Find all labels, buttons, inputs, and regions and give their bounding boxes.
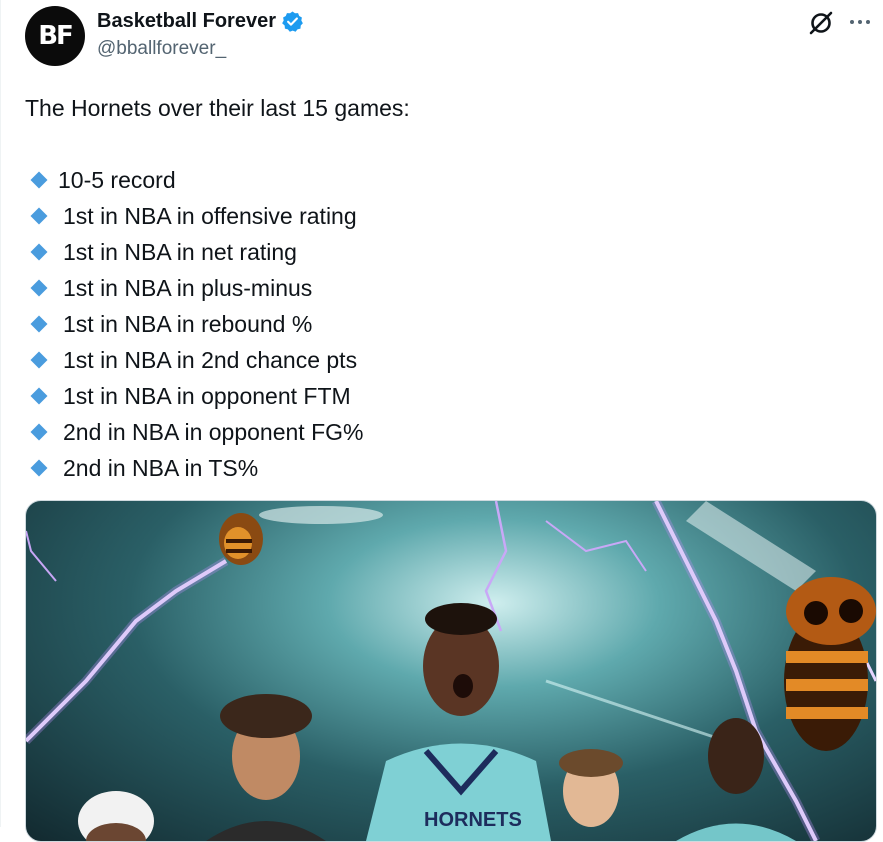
player-center: HORNETS bbox=[366, 603, 551, 841]
lightning-bolt bbox=[26, 557, 229, 745]
list-item: 2nd in NBA in TS% bbox=[25, 450, 845, 486]
lightning-bolt bbox=[26, 530, 57, 582]
player-left bbox=[206, 694, 326, 841]
list-item: 1st in NBA in plus-minus bbox=[25, 270, 845, 306]
stat-text: 10-5 record bbox=[58, 167, 176, 193]
author-handle[interactable]: @bballforever_ bbox=[97, 38, 226, 60]
diamond-icon bbox=[30, 459, 48, 477]
stat-text: 1st in NBA in plus-minus bbox=[63, 275, 313, 301]
diamond-icon bbox=[30, 423, 48, 441]
stat-text: 2nd in NBA in TS% bbox=[63, 455, 259, 481]
player-right bbox=[676, 718, 796, 841]
stat-list: 10-5 record 1st in NBA in offensive rati… bbox=[25, 162, 845, 486]
list-item: 1st in NBA in rebound % bbox=[25, 306, 845, 342]
list-item: 1st in NBA in net rating bbox=[25, 234, 845, 270]
display-name[interactable]: Basketball Forever bbox=[97, 10, 276, 33]
timeline-border bbox=[0, 0, 1, 827]
list-item: 1st in NBA in opponent FTM bbox=[25, 378, 845, 414]
diamond-icon bbox=[30, 171, 48, 189]
avatar-logo: BF bbox=[38, 21, 74, 51]
more-horizontal-icon[interactable] bbox=[848, 12, 872, 32]
hornets-artwork: HORNETS bbox=[26, 501, 876, 841]
tweet-intro: The Hornets over their last 15 games: bbox=[25, 95, 410, 121]
light-streak bbox=[545, 679, 727, 743]
tweet-text: The Hornets over their last 15 games: 10… bbox=[25, 90, 845, 486]
stat-text: 1st in NBA in net rating bbox=[63, 239, 297, 265]
grok-icon[interactable] bbox=[808, 10, 834, 36]
author-name-row: Basketball Forever bbox=[97, 7, 304, 35]
diamond-icon bbox=[30, 315, 48, 333]
jersey-text: HORNETS bbox=[424, 809, 522, 831]
diamond-icon bbox=[30, 243, 48, 261]
player-far-left bbox=[78, 791, 154, 841]
verified-badge-icon[interactable] bbox=[281, 10, 304, 33]
diamond-icon bbox=[30, 279, 48, 297]
stat-text: 1st in NBA in opponent FTM bbox=[63, 383, 351, 409]
hornet-small bbox=[219, 506, 383, 565]
diamond-icon bbox=[30, 351, 48, 369]
diamond-icon bbox=[30, 207, 48, 225]
list-item: 10-5 record bbox=[25, 162, 845, 198]
list-item: 1st in NBA in 2nd chance pts bbox=[25, 342, 845, 378]
tweet-media-image[interactable]: HORNETS bbox=[25, 500, 877, 842]
stat-text: 1st in NBA in rebound % bbox=[63, 311, 313, 337]
player-right-mid bbox=[559, 749, 623, 827]
diamond-icon bbox=[30, 387, 48, 405]
stat-text: 1st in NBA in offensive rating bbox=[63, 203, 357, 229]
list-item: 2nd in NBA in opponent FG% bbox=[25, 414, 845, 450]
avatar[interactable]: BF bbox=[25, 6, 85, 66]
list-item: 1st in NBA in offensive rating bbox=[25, 198, 845, 234]
stat-text: 1st in NBA in 2nd chance pts bbox=[63, 347, 358, 373]
stat-text: 2nd in NBA in opponent FG% bbox=[63, 419, 364, 445]
lightning-bolt bbox=[545, 520, 647, 572]
